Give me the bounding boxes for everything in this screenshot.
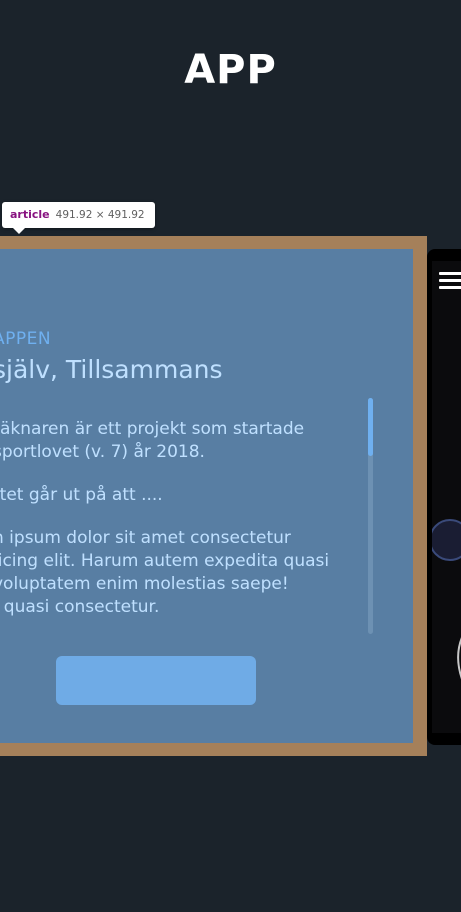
- phone-screen-graphic: [432, 519, 461, 679]
- devtools-tooltip: article 491.92 × 491.92: [2, 202, 155, 234]
- article-scrollbar[interactable]: [368, 398, 373, 634]
- article-body: räknaren är ett projekt som startade spo…: [0, 418, 353, 639]
- paragraph-1: räknaren är ett projekt som startade spo…: [0, 418, 353, 464]
- paragraph-3-line-4: , quasi consectetur.: [0, 597, 160, 617]
- paragraph-3: n ipsum dolor sit amet consectetur licin…: [0, 527, 353, 619]
- article-heading: själv, Tillsammans: [0, 355, 223, 384]
- article-action-button[interactable]: [56, 656, 256, 705]
- paragraph-3-line-3: voluptatem enim molestias saepe!: [0, 574, 289, 594]
- phone-screen: [432, 261, 461, 733]
- app-title: APP: [184, 47, 277, 93]
- paragraph-3-line-2: licing elit. Harum autem expedita quasi: [0, 551, 330, 571]
- scrollbar-thumb[interactable]: [368, 398, 373, 456]
- paragraph-1-line-1: räknaren är ett projekt som startade: [0, 419, 305, 439]
- article-card: APPEN själv, Tillsammans räknaren är ett…: [0, 236, 427, 756]
- paragraph-2: ttet går ut på att ....: [0, 484, 353, 507]
- paragraph-3-line-1: n ipsum dolor sit amet consectetur: [0, 528, 291, 548]
- page: APP APPEN själv, Tillsammans räknaren är…: [0, 0, 461, 912]
- paragraph-2-line-1: ttet går ut på att ....: [0, 485, 163, 505]
- article-overline: APPEN: [0, 329, 52, 349]
- article-content: APPEN själv, Tillsammans räknaren är ett…: [0, 249, 413, 743]
- tooltip-dimensions: 491.92 × 491.92: [55, 209, 145, 221]
- phone-mockup: [427, 249, 461, 745]
- paragraph-1-line-2: sportlovet (v. 7) år 2018.: [0, 442, 205, 462]
- tooltip-tag: article: [10, 208, 50, 221]
